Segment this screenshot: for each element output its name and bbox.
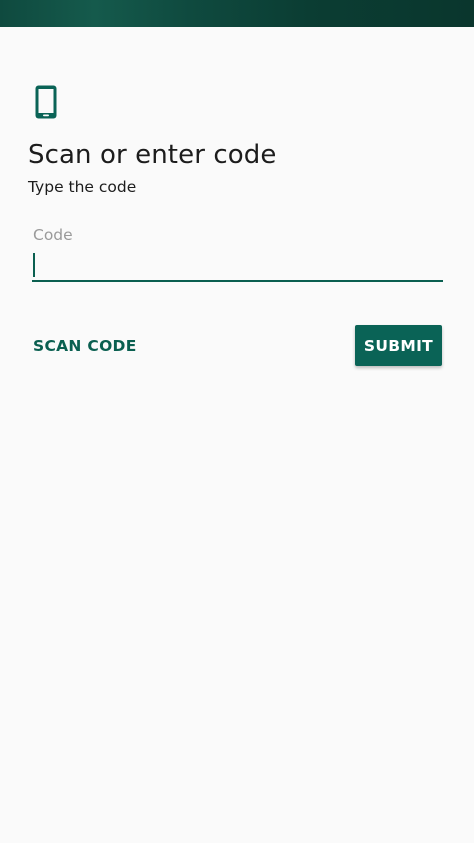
text-cursor — [33, 253, 35, 277]
screen: Scan or enter code Type the code Code SC… — [0, 0, 474, 843]
code-field-label: Code — [33, 226, 73, 244]
submit-button[interactable]: SUBMIT — [355, 325, 442, 366]
status-bar — [0, 0, 474, 27]
scan-code-button[interactable]: SCAN CODE — [22, 326, 148, 366]
smartphone-icon — [35, 85, 57, 119]
code-input[interactable] — [32, 250, 443, 282]
page-subtitle: Type the code — [28, 178, 137, 196]
page-title: Scan or enter code — [28, 140, 277, 170]
